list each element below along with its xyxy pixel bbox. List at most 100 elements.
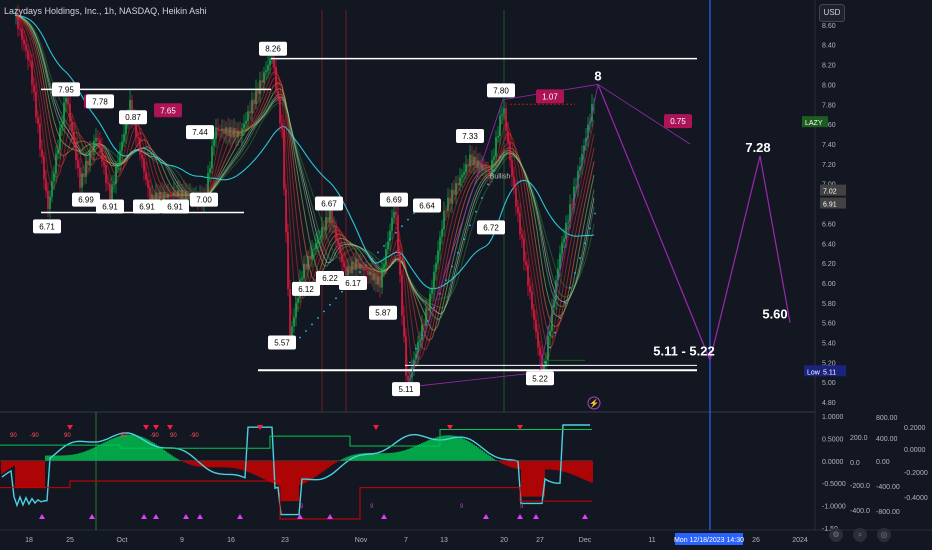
candle-body bbox=[387, 241, 389, 250]
candle-body bbox=[365, 269, 367, 271]
axis-badge-label: Low bbox=[807, 369, 821, 376]
candle-body bbox=[215, 127, 217, 139]
signal-label: -90 bbox=[30, 433, 39, 439]
price-label: 7.95 bbox=[58, 85, 74, 94]
candle-body bbox=[105, 165, 107, 184]
histogram-bar bbox=[289, 460, 291, 502]
candle-body bbox=[443, 210, 445, 230]
histogram-bar bbox=[167, 452, 169, 461]
histogram-bar bbox=[553, 460, 555, 470]
candle-body bbox=[219, 130, 221, 132]
price-axis-tick: 5.80 bbox=[822, 301, 836, 308]
osc-axis-tick: -200.0 bbox=[850, 483, 870, 490]
histogram-bar bbox=[491, 457, 493, 461]
histogram-bar bbox=[29, 460, 31, 488]
camera-icon[interactable]: ◎ bbox=[877, 528, 891, 542]
candle-body bbox=[345, 266, 347, 276]
histogram-bar bbox=[175, 457, 177, 461]
histogram-bar bbox=[45, 455, 47, 461]
candle-body bbox=[455, 183, 457, 195]
candle-body bbox=[379, 276, 381, 288]
osc-axis-tick: 0.5000 bbox=[822, 436, 844, 443]
time-axis-tick: 18 bbox=[25, 537, 33, 544]
price-axis-tick: 6.60 bbox=[822, 221, 836, 228]
price-axis-tick: 8.20 bbox=[822, 63, 836, 70]
histogram-bar bbox=[303, 460, 305, 484]
candle-body bbox=[57, 149, 59, 154]
candle-body bbox=[509, 142, 511, 161]
time-axis-tick: 9 bbox=[180, 537, 184, 544]
histogram-bar bbox=[411, 447, 413, 461]
histogram-bar bbox=[547, 460, 549, 470]
price-label: 6.12 bbox=[298, 285, 314, 294]
candle-body bbox=[167, 193, 169, 198]
trend-dot bbox=[439, 292, 441, 295]
trend-dot bbox=[415, 347, 417, 350]
histogram-bar bbox=[269, 460, 271, 482]
price-label: 6.22 bbox=[322, 274, 338, 283]
candle-body bbox=[439, 236, 441, 251]
trend-dot bbox=[329, 303, 331, 306]
histogram-bar bbox=[325, 460, 327, 470]
candle-body bbox=[25, 44, 27, 51]
histogram-bar bbox=[111, 438, 113, 461]
histogram-bar bbox=[333, 460, 335, 464]
histogram-bar bbox=[171, 455, 173, 461]
candle-body bbox=[91, 150, 93, 152]
histogram-bar bbox=[193, 460, 195, 466]
currency-selector[interactable]: USD bbox=[819, 4, 845, 22]
candle-body bbox=[137, 137, 139, 139]
osc-axis-tick: 200.0 bbox=[850, 435, 868, 442]
histogram-bar bbox=[409, 448, 411, 461]
histogram-bar bbox=[317, 460, 319, 476]
chart-canvas[interactable]: 85.11 - 5.227.285.607.955.8ε7.780.877.65… bbox=[0, 0, 932, 550]
candle-body bbox=[39, 123, 41, 150]
histogram-bar bbox=[311, 460, 313, 480]
candle-body bbox=[507, 130, 509, 143]
candle-body bbox=[223, 128, 225, 134]
candle-body bbox=[77, 160, 79, 168]
histogram-bar bbox=[471, 443, 473, 461]
histogram-bar bbox=[27, 460, 29, 488]
trend-dot bbox=[371, 258, 373, 260]
trend-dot bbox=[549, 346, 551, 349]
candle-body bbox=[41, 149, 43, 157]
candle-body bbox=[53, 173, 55, 182]
axis-badge-label: LAZY bbox=[805, 120, 823, 127]
candle-body bbox=[441, 229, 443, 237]
candle-body bbox=[341, 253, 343, 263]
histogram-bar bbox=[393, 452, 395, 461]
histogram-bar bbox=[379, 453, 381, 461]
candle-body bbox=[513, 176, 515, 189]
histogram-bar bbox=[511, 460, 513, 468]
candle-body bbox=[211, 146, 213, 169]
gear-icon[interactable]: ⚙ bbox=[829, 528, 843, 542]
osc-axis-tick: -0.2000 bbox=[904, 470, 928, 477]
histogram-bar bbox=[587, 460, 589, 482]
candle-body bbox=[355, 258, 357, 270]
candle-body bbox=[185, 191, 187, 200]
time-axis-tick: 2024 bbox=[792, 537, 808, 544]
osc-axis-tick: -400.0 bbox=[850, 508, 870, 515]
price-label: 8.26 bbox=[265, 45, 281, 54]
histogram-bar bbox=[85, 451, 87, 461]
histogram-bar bbox=[535, 460, 537, 497]
histogram-bar bbox=[399, 451, 401, 461]
histogram-bar bbox=[327, 460, 329, 468]
candle-body bbox=[187, 191, 189, 200]
search-icon[interactable]: ⌕ bbox=[853, 528, 867, 542]
candle-body bbox=[209, 168, 211, 173]
histogram-bar bbox=[573, 460, 575, 476]
signal-label: 90 bbox=[10, 433, 17, 439]
candle-body bbox=[517, 206, 519, 213]
histogram-bar bbox=[515, 460, 517, 469]
histogram-bar bbox=[407, 449, 409, 461]
trend-dot bbox=[475, 210, 477, 213]
histogram-bar bbox=[129, 434, 131, 461]
trend-dot bbox=[383, 244, 385, 247]
candle-body bbox=[49, 196, 51, 209]
histogram-bar bbox=[509, 460, 511, 467]
histogram-bar bbox=[291, 460, 293, 502]
histogram-bar bbox=[265, 460, 267, 481]
candle-body bbox=[169, 193, 171, 195]
